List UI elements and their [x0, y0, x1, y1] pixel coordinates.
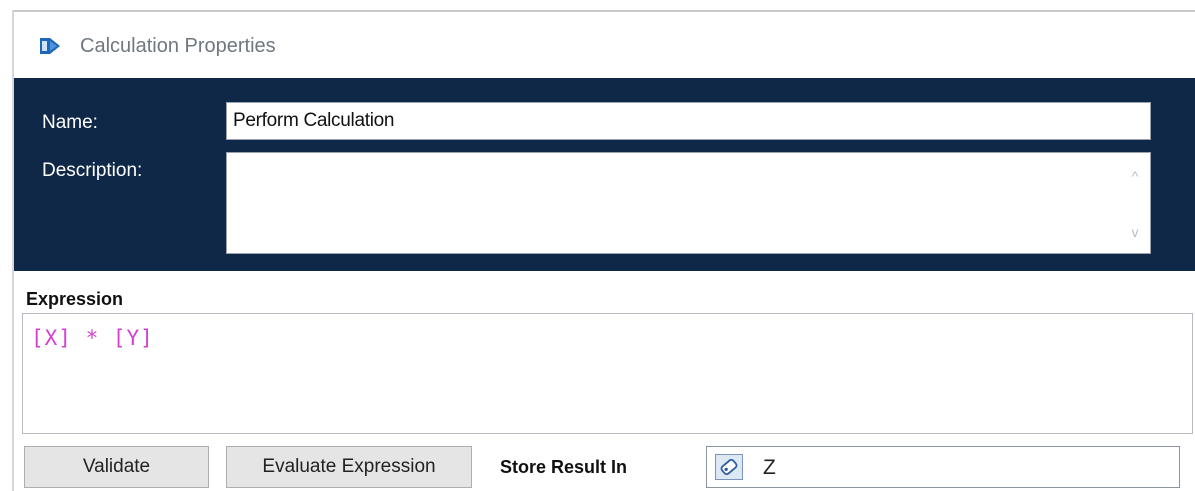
dialog-titlebar: Calculation Properties — [14, 12, 1195, 78]
store-result-label: Store Result In — [500, 457, 628, 477]
name-input[interactable] — [226, 102, 1151, 140]
expression-text[interactable]: [X] * [Y] — [31, 326, 154, 350]
store-result-field[interactable]: Z — [706, 446, 1180, 488]
description-textarea[interactable] — [227, 153, 1120, 253]
validate-button[interactable]: Validate — [24, 446, 209, 488]
calculation-properties-dialog: Calculation Properties Name: Description… — [0, 0, 1195, 491]
evaluate-expression-button[interactable]: Evaluate Expression — [226, 446, 472, 488]
store-result-value[interactable]: Z — [763, 455, 776, 481]
name-label: Name: — [42, 112, 98, 133]
expression-editor[interactable]: [X] * [Y] — [22, 313, 1193, 434]
calculation-shape-icon — [40, 38, 60, 54]
variable-tag-icon — [715, 454, 743, 480]
description-scrollbar[interactable]: ^ v — [1120, 153, 1150, 253]
scroll-up-arrow-icon[interactable]: ^ — [1120, 161, 1150, 191]
description-label: Description: — [42, 160, 143, 181]
properties-header-panel: Name: Description: ^ v — [14, 78, 1195, 271]
dialog-title: Calculation Properties — [80, 35, 276, 57]
expression-label: Expression — [26, 289, 124, 309]
description-field[interactable]: ^ v — [226, 152, 1151, 254]
scroll-down-arrow-icon[interactable]: v — [1120, 217, 1150, 247]
